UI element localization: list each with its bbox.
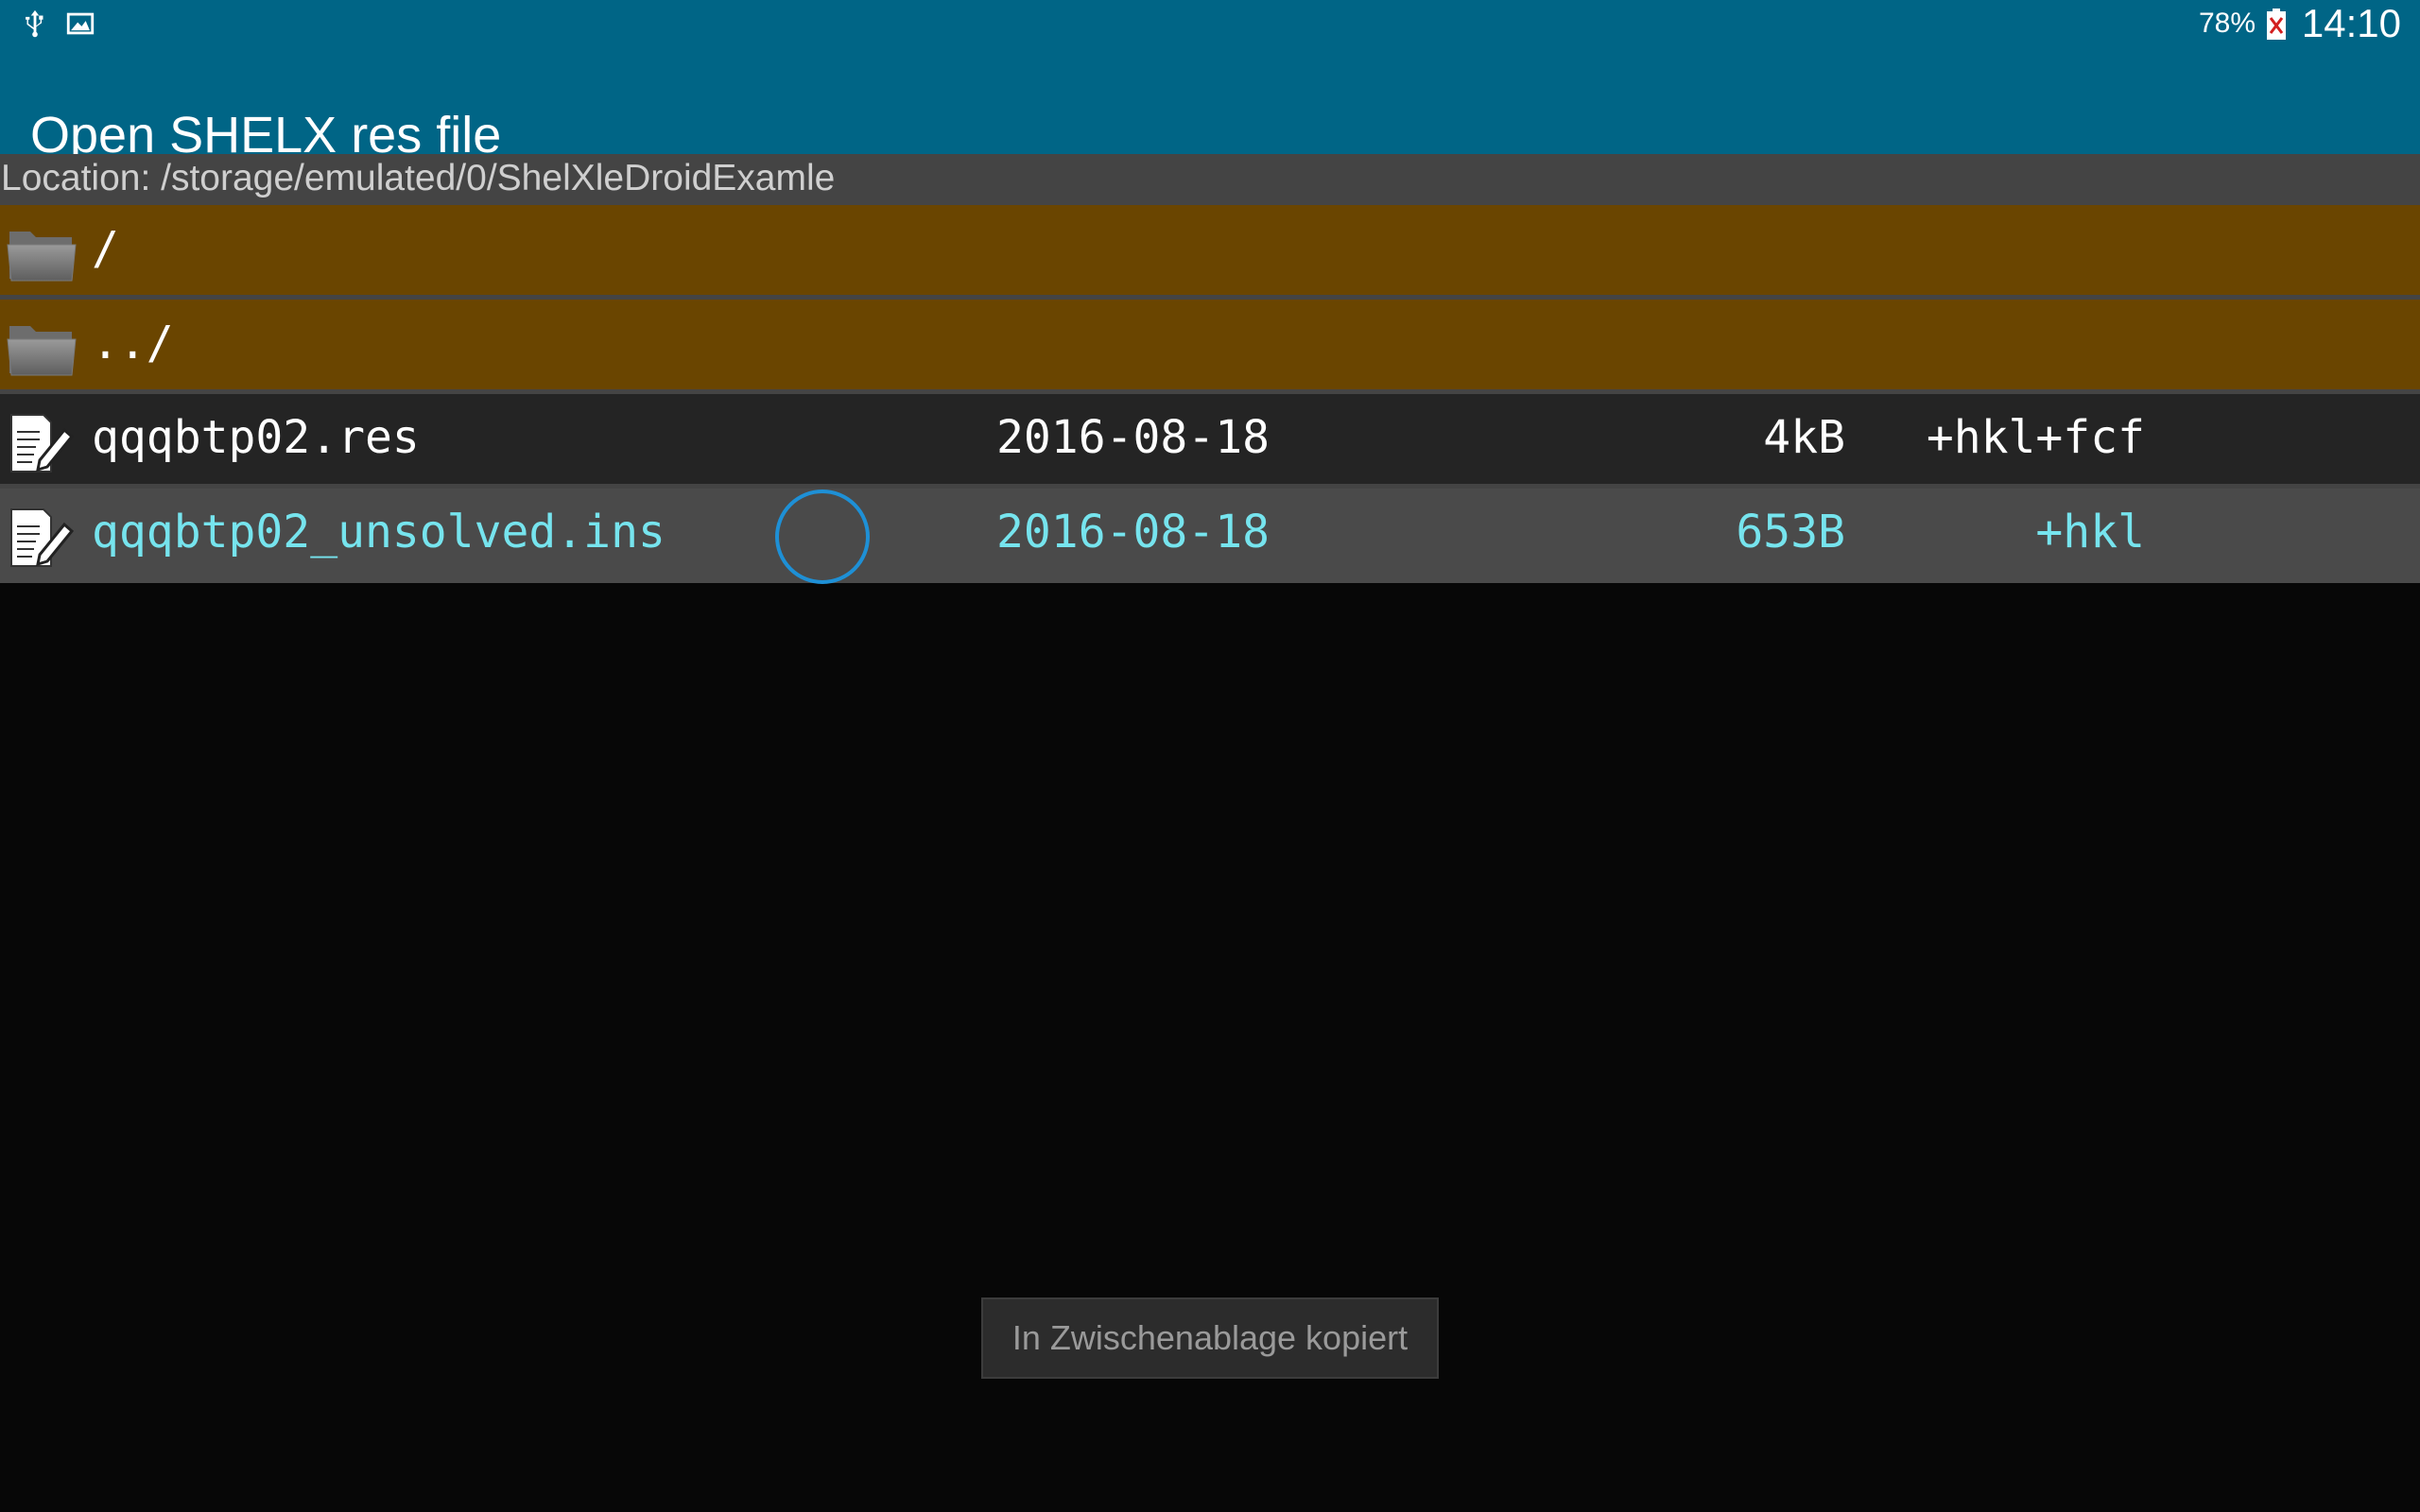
folder-icon — [7, 326, 77, 376]
directory-name: ../ — [92, 317, 174, 369]
folder-icon — [7, 232, 77, 282]
file-extras: +hkl — [2035, 506, 2145, 558]
file-date: 2016-08-18 — [996, 506, 1270, 558]
file-name: qqqbtp02.res — [92, 411, 420, 464]
toast: In Zwischenablage kopiert — [981, 1297, 1439, 1379]
directory-row-root[interactable]: / — [0, 205, 2420, 300]
directory-name: / — [92, 222, 119, 275]
directory-row-parent[interactable]: ../ — [0, 300, 2420, 394]
clock: 14:10 — [2301, 1, 2401, 45]
file-extras: +hkl+fcf — [1926, 411, 2145, 464]
file-row-selected[interactable]: qqqbtp02_unsolved.ins 2016-08-18 653B +h… — [0, 489, 2420, 583]
battery-percent: 78% — [2198, 8, 2256, 39]
toast-message: In Zwischenablage kopiert — [1011, 1318, 1409, 1357]
location-path: Location: /storage/emulated/0/ShelXleDro… — [1, 158, 836, 198]
edit-document-icon — [10, 414, 75, 472]
usb-icon — [26, 9, 43, 38]
touch-indicator — [775, 490, 870, 584]
file-size: 653B — [1736, 506, 1845, 558]
file-name: qqqbtp02_unsolved.ins — [92, 506, 666, 558]
file-date: 2016-08-18 — [996, 411, 1270, 464]
file-row[interactable]: qqqbtp02.res 2016-08-18 4kB +hkl+fcf — [0, 394, 2420, 489]
action-bar: Open SHELX res file — [0, 47, 2420, 163]
location-bar: Location: /storage/emulated/0/ShelXleDro… — [0, 154, 2420, 205]
status-bar: 78% 14:10 — [0, 0, 2420, 47]
battery-icon — [2267, 9, 2286, 40]
file-size: 4kB — [1763, 411, 1845, 464]
edit-document-icon — [10, 508, 75, 567]
image-notification-icon — [66, 12, 95, 35]
